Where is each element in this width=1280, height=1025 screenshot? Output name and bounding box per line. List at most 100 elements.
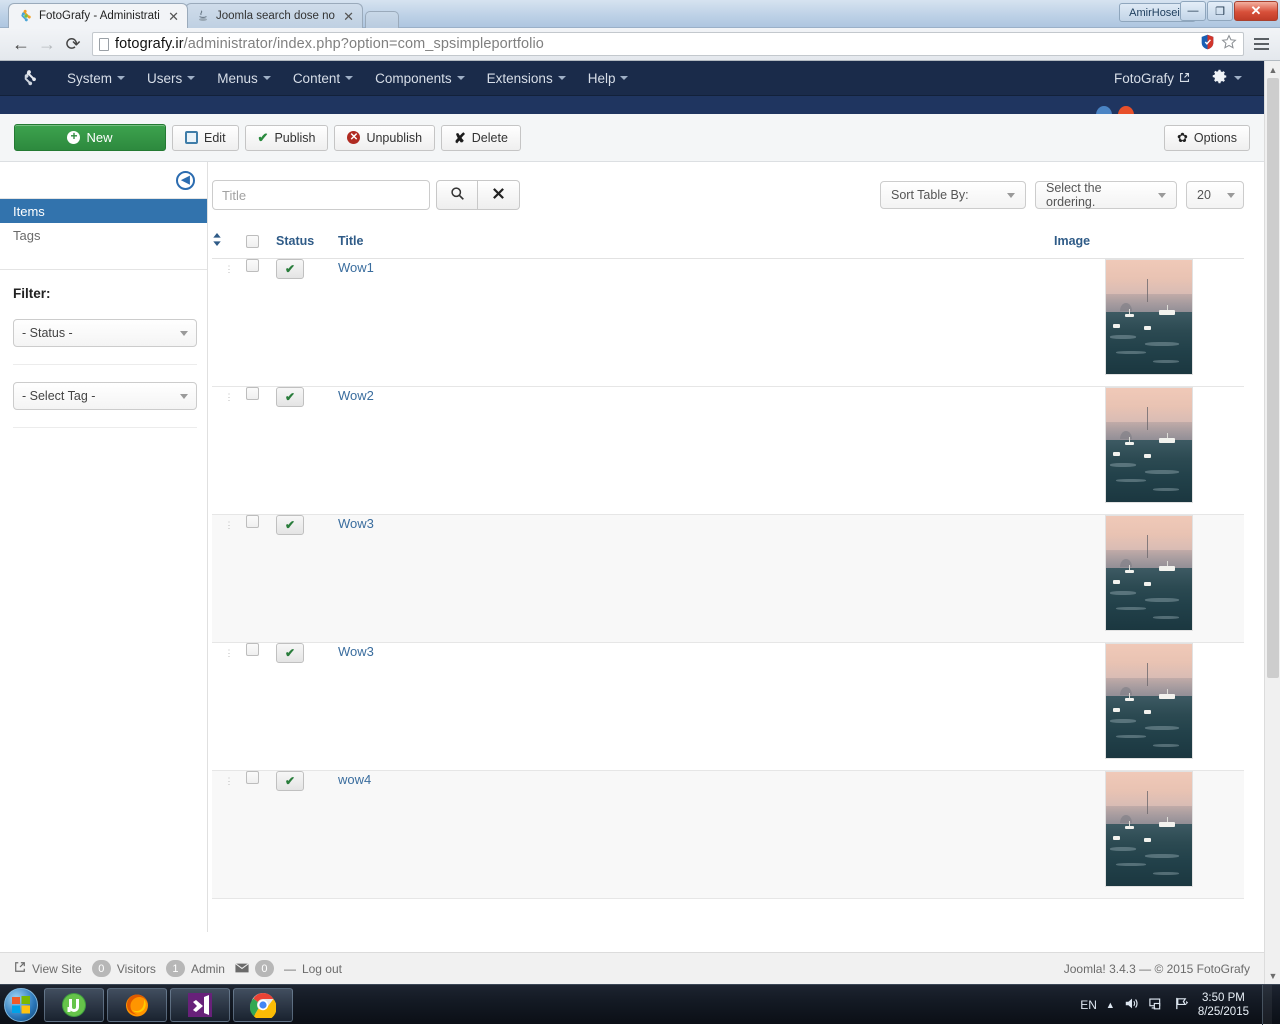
logout-link[interactable]: Log out: [302, 962, 342, 976]
sidebar-item-items[interactable]: Items: [0, 199, 207, 223]
forward-button[interactable]: →: [34, 31, 60, 57]
table-row[interactable]: ⋮ ✔ wow4: [212, 771, 1244, 899]
menu-extensions[interactable]: Extensions: [476, 61, 577, 96]
column-select-all[interactable]: [246, 229, 276, 259]
select-all-checkbox[interactable]: [246, 235, 259, 248]
item-thumbnail[interactable]: [1105, 771, 1193, 887]
chrome-menu-icon[interactable]: [1250, 38, 1272, 50]
status-toggle-button[interactable]: ✔: [276, 771, 304, 791]
network-icon[interactable]: [1149, 996, 1165, 1014]
item-thumbnail[interactable]: [1105, 643, 1193, 759]
action-center-flag-icon[interactable]: [1174, 996, 1189, 1014]
taskbar-visual-studio[interactable]: [170, 988, 230, 1022]
column-ordering[interactable]: [212, 229, 246, 259]
item-title-link[interactable]: Wow2: [338, 388, 374, 403]
search-button[interactable]: [436, 180, 478, 210]
unpublish-button[interactable]: ✕ Unpublish: [334, 125, 435, 151]
reload-button[interactable]: ⟳: [60, 31, 86, 57]
item-title-link[interactable]: Wow3: [338, 516, 374, 531]
menu-content[interactable]: Content: [282, 61, 364, 96]
status-toggle-button[interactable]: ✔: [276, 387, 304, 407]
menu-users[interactable]: Users: [136, 61, 206, 96]
show-hidden-icons-arrow[interactable]: ▲: [1106, 1000, 1115, 1010]
taskbar-utorrent[interactable]: [44, 988, 104, 1022]
edit-button[interactable]: Edit: [172, 125, 239, 151]
tab-close-icon[interactable]: ✕: [166, 10, 181, 23]
limit-select[interactable]: 20: [1186, 181, 1244, 209]
drag-handle-icon[interactable]: ⋮: [225, 524, 234, 527]
table-row[interactable]: ⋮ ✔ Wow3: [212, 515, 1244, 643]
new-button[interactable]: + New: [14, 124, 166, 151]
bookmark-star-icon[interactable]: [1221, 34, 1237, 55]
options-button[interactable]: ✿ Options: [1164, 125, 1250, 151]
drag-handle-icon[interactable]: ⋮: [225, 652, 234, 655]
scroll-down-arrow[interactable]: ▼: [1265, 967, 1280, 984]
volume-icon[interactable]: [1124, 996, 1140, 1014]
item-thumbnail[interactable]: [1105, 387, 1193, 503]
tab-close-icon[interactable]: ✕: [341, 10, 356, 23]
windows-start-orb-icon[interactable]: [4, 988, 38, 1022]
row-checkbox[interactable]: [246, 515, 259, 528]
filter-status-select[interactable]: - Status -: [13, 319, 197, 347]
browser-tab-active[interactable]: FotoGrafy - Administration ✕: [8, 3, 188, 28]
drag-handle-icon[interactable]: ⋮: [225, 780, 234, 783]
menu-menus[interactable]: Menus: [206, 61, 282, 96]
view-site-group[interactable]: View Site: [14, 961, 82, 976]
status-toggle-button[interactable]: ✔: [276, 259, 304, 279]
ordering-select[interactable]: Select the ordering.: [1035, 181, 1177, 209]
status-toggle-button[interactable]: ✔: [276, 643, 304, 663]
publish-button[interactable]: ✔ Publish: [245, 125, 329, 151]
logout-group[interactable]: — Log out: [284, 962, 342, 976]
item-title-link[interactable]: Wow1: [338, 260, 374, 275]
minimize-button[interactable]: —: [1180, 1, 1206, 21]
item-title-link[interactable]: Wow3: [338, 644, 374, 659]
column-status[interactable]: Status: [276, 229, 338, 259]
row-checkbox[interactable]: [246, 771, 259, 784]
search-input[interactable]: Title: [212, 180, 430, 210]
page-scrollbar[interactable]: ▲ ▼: [1264, 61, 1280, 984]
menu-help[interactable]: Help: [577, 61, 640, 96]
collapse-left-icon[interactable]: ◀: [176, 171, 195, 190]
filter-tag-select[interactable]: - Select Tag -: [13, 382, 197, 410]
table-row[interactable]: ⋮ ✔ Wow1: [212, 259, 1244, 387]
taskbar-chrome[interactable]: [233, 988, 293, 1022]
table-row[interactable]: ⋮ ✔ Wow2: [212, 387, 1244, 515]
item-thumbnail[interactable]: [1105, 515, 1193, 631]
clear-search-button[interactable]: [478, 180, 520, 210]
admin-status-bar: View Site 0 Visitors 1 Admin 0 — Log out…: [0, 952, 1264, 984]
taskbar-firefox[interactable]: [107, 988, 167, 1022]
drag-handle-icon[interactable]: ⋮: [225, 268, 234, 271]
item-title-link[interactable]: wow4: [338, 772, 371, 787]
back-button[interactable]: ←: [8, 31, 34, 57]
column-title[interactable]: Title: [338, 229, 1054, 259]
scrollbar-thumb[interactable]: [1267, 78, 1279, 678]
check-icon: ✔: [285, 646, 295, 660]
address-bar[interactable]: fotografy.ir/administrator/index.php?opt…: [92, 32, 1244, 56]
delete-button[interactable]: ✘ Delete: [441, 125, 521, 151]
shield-icon[interactable]: [1200, 34, 1215, 55]
scroll-up-arrow[interactable]: ▲: [1265, 61, 1280, 78]
sidebar-item-tags[interactable]: Tags: [0, 223, 207, 247]
admin-settings-menu[interactable]: [1204, 69, 1250, 87]
table-row[interactable]: ⋮ ✔ Wow3: [212, 643, 1244, 771]
menu-system[interactable]: System: [56, 61, 136, 96]
drag-handle-icon[interactable]: ⋮: [225, 396, 234, 399]
row-checkbox[interactable]: [246, 387, 259, 400]
row-checkbox[interactable]: [246, 259, 259, 272]
menu-components[interactable]: Components: [364, 61, 476, 96]
row-checkbox[interactable]: [246, 643, 259, 656]
messages-group[interactable]: 0: [235, 960, 274, 977]
show-desktop-button[interactable]: [1262, 985, 1272, 1025]
status-toggle-button[interactable]: ✔: [276, 515, 304, 535]
omnibox-icons: [1200, 34, 1237, 55]
joomla-logo-icon[interactable]: [18, 67, 40, 89]
maximize-button[interactable]: ❐: [1207, 1, 1233, 21]
sort-table-select[interactable]: Sort Table By:: [880, 181, 1026, 209]
tray-language[interactable]: EN: [1080, 998, 1097, 1012]
item-thumbnail[interactable]: [1105, 259, 1193, 375]
browser-tab-inactive[interactable]: Joomla search dose not fin ✕: [185, 3, 363, 28]
site-name-link[interactable]: FotoGrafy: [1104, 71, 1200, 86]
close-button[interactable]: ✕: [1234, 1, 1278, 21]
new-tab-button[interactable]: [365, 11, 399, 28]
taskbar-clock[interactable]: 3:50 PM 8/25/2015: [1198, 991, 1249, 1019]
